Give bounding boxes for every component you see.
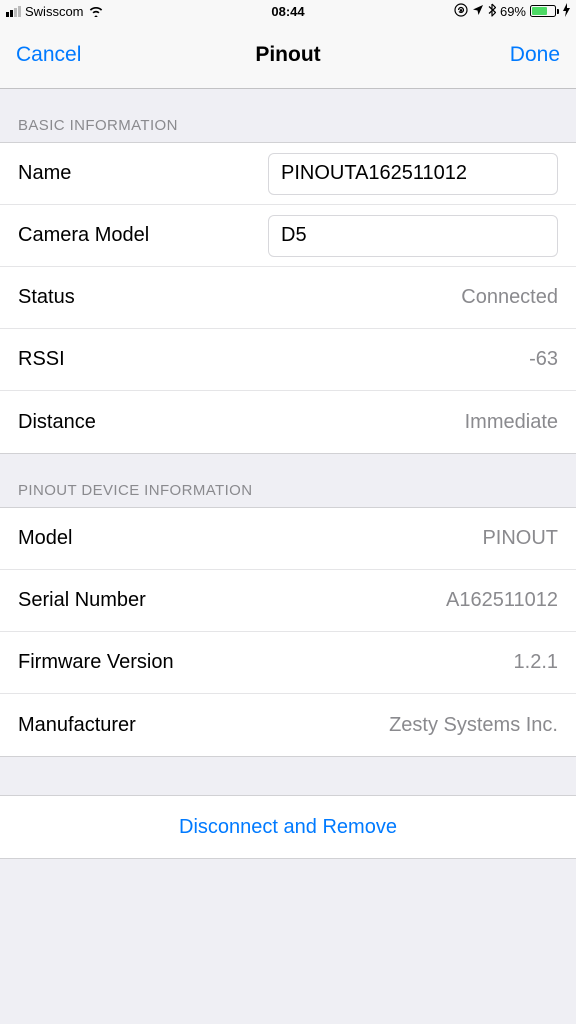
battery-percent: 69% — [500, 4, 526, 19]
firmware-label: Firmware Version — [18, 651, 174, 674]
done-button[interactable]: Done — [510, 43, 560, 67]
distance-label: Distance — [18, 411, 96, 434]
row-name: Name — [0, 143, 576, 205]
wifi-icon — [88, 5, 104, 17]
status-bar: Swisscom 08:44 69% — [0, 0, 576, 22]
section-device: Model PINOUT Serial Number A162511012 Fi… — [0, 507, 576, 757]
manufacturer-value: Zesty Systems Inc. — [389, 714, 558, 737]
status-right: 69% — [454, 3, 570, 20]
disconnect-remove-button[interactable]: Disconnect and Remove — [0, 796, 576, 858]
row-firmware: Firmware Version 1.2.1 — [0, 632, 576, 694]
firmware-value: 1.2.1 — [514, 651, 558, 674]
battery-icon — [530, 5, 559, 17]
serial-label: Serial Number — [18, 589, 146, 612]
bluetooth-icon — [488, 3, 496, 20]
status-left: Swisscom — [6, 4, 104, 19]
name-input[interactable] — [268, 153, 558, 195]
status-time: 08:44 — [271, 4, 304, 19]
name-label: Name — [18, 162, 71, 185]
section-header-basic: BASIC INFORMATION — [0, 89, 576, 142]
row-camera-model: Camera Model — [0, 205, 576, 267]
signal-strength-icon — [6, 6, 21, 17]
section-header-device: PINOUT DEVICE INFORMATION — [0, 454, 576, 507]
status-value: Connected — [461, 286, 558, 309]
section-action: Disconnect and Remove — [0, 795, 576, 859]
page-title: Pinout — [255, 43, 320, 67]
manufacturer-label: Manufacturer — [18, 714, 136, 737]
carrier-label: Swisscom — [25, 4, 84, 19]
model-label: Model — [18, 527, 72, 550]
distance-value: Immediate — [465, 411, 558, 434]
rotation-lock-icon — [454, 3, 468, 20]
section-basic: Name Camera Model Status Connected RSSI … — [0, 142, 576, 454]
location-icon — [472, 4, 484, 19]
cancel-button[interactable]: Cancel — [16, 43, 81, 67]
camera-model-input[interactable] — [268, 215, 558, 257]
row-distance: Distance Immediate — [0, 391, 576, 453]
rssi-value: -63 — [529, 348, 558, 371]
row-rssi: RSSI -63 — [0, 329, 576, 391]
rssi-label: RSSI — [18, 348, 65, 371]
row-status: Status Connected — [0, 267, 576, 329]
serial-value: A162511012 — [446, 589, 558, 612]
camera-model-label: Camera Model — [18, 224, 149, 247]
model-value: PINOUT — [482, 527, 558, 550]
row-model: Model PINOUT — [0, 508, 576, 570]
charging-icon — [563, 3, 570, 20]
content: BASIC INFORMATION Name Camera Model Stat… — [0, 89, 576, 859]
status-label: Status — [18, 286, 75, 309]
row-serial: Serial Number A162511012 — [0, 570, 576, 632]
row-manufacturer: Manufacturer Zesty Systems Inc. — [0, 694, 576, 756]
nav-bar: Cancel Pinout Done — [0, 22, 576, 89]
